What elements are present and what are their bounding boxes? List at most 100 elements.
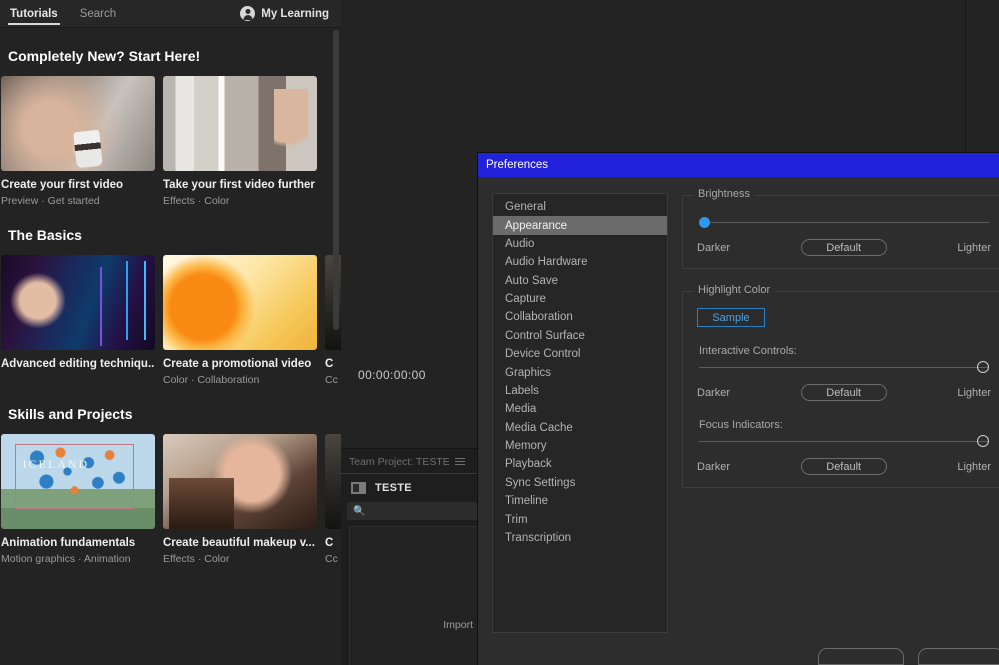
pref-category-collaboration[interactable]: Collaboration [493,308,667,326]
pref-category-media[interactable]: Media [493,400,667,418]
card-thumbnail[interactable]: ICELAND [1,434,155,529]
card-thumbnail[interactable] [163,76,317,171]
project-panel-header: Team Project: TESTE [341,449,482,474]
pref-category-auto-save[interactable]: Auto Save [493,272,667,290]
project-panel: Team Project: TESTE TESTE 🔍 Import [341,448,482,665]
brightness-slider-labels: Darker Default Lighter [697,239,991,256]
section-title-1: Completely New? Start Here! [8,48,201,64]
thumbnail-overlay-text: ICELAND [22,456,90,471]
tab-tutorials[interactable]: Tutorials [8,2,60,25]
card-row-3: ICELAND Animation fundamentals Motion gr… [0,434,341,565]
highlight-color-legend: Highlight Color [693,284,776,296]
focus-indicators-slider-labels: Darker Default Lighter [697,458,991,475]
preferences-category-list[interactable]: General Appearance Audio Audio Hardware … [492,193,668,633]
tutorial-card[interactable]: Create your first video Preview · Get st… [1,76,155,207]
card-title: Animation fundamentals [1,537,136,549]
card-subtitle: Motion graphics · Animation [1,553,131,565]
tutorials-account-area: My Learning [240,6,333,21]
interactive-controls-slider[interactable] [699,361,989,375]
pref-category-device-control[interactable]: Device Control [493,345,667,363]
pref-category-media-cache[interactable]: Media Cache [493,419,667,437]
card-title: Create a promotional video [163,358,312,370]
dialog-body: General Appearance Audio Audio Hardware … [478,177,999,665]
interactive-controls-label: Interactive Controls: [699,345,797,357]
brightness-lighter-label: Lighter [957,241,991,254]
card-thumbnail[interactable] [1,255,155,350]
interactive-controls-slider-knob[interactable] [977,361,989,373]
pref-category-labels[interactable]: Labels [493,382,667,400]
brightness-slider-knob[interactable] [699,217,710,228]
tutorial-card-partial[interactable]: C Cc [325,434,341,565]
dialog-footer-buttons [818,648,999,665]
tutorials-scroll-area[interactable]: Completely New? Start Here! Create your … [0,28,341,665]
pref-category-timeline[interactable]: Timeline [493,492,667,510]
card-subtitle: Effects · Color [163,553,230,565]
focus-indicators-slider-track [699,441,989,442]
tutorials-panel: Tutorials Search My Learning Completely … [0,0,341,665]
focus-indicators-slider-knob[interactable] [977,435,989,447]
pref-category-audio-hardware[interactable]: Audio Hardware [493,253,667,271]
card-subtitle: Cc [325,374,338,386]
project-name-label: TESTE [375,482,412,494]
card-thumbnail[interactable] [163,434,317,529]
tutorial-card[interactable]: Take your first video further Effects · … [163,76,317,207]
import-media-label[interactable]: Import [443,619,473,631]
dialog-primary-button[interactable] [818,648,904,665]
card-thumbnail[interactable] [163,255,317,350]
interactive-default-button[interactable]: Default [800,384,887,401]
pref-category-graphics[interactable]: Graphics [493,363,667,381]
pref-category-audio[interactable]: Audio [493,235,667,253]
highlight-sample-button[interactable]: Sample [697,308,765,327]
card-subtitle: Color · Collaboration [163,374,260,386]
my-learning-link[interactable]: My Learning [261,8,329,20]
focus-indicators-label: Focus Indicators: [699,419,783,431]
project-bin-row[interactable]: TESTE [341,474,482,500]
pref-category-appearance[interactable]: Appearance [493,216,667,235]
brightness-default-button[interactable]: Default [800,239,887,256]
card-thumbnail[interactable] [325,434,341,529]
project-search-field[interactable]: 🔍 [347,502,478,520]
tab-search[interactable]: Search [78,2,118,25]
hamburger-menu-icon[interactable] [454,458,465,466]
pref-category-memory[interactable]: Memory [493,437,667,455]
tutorial-card[interactable]: ICELAND Animation fundamentals Motion gr… [1,434,155,565]
preferences-dialog: Preferences General Appearance Audio Aud… [478,153,999,665]
pref-category-transcription[interactable]: Transcription [493,529,667,547]
focus-default-button[interactable]: Default [800,458,887,475]
tutorial-card[interactable]: Create beautiful makeup v... Effects · C… [163,434,317,565]
tutorial-card[interactable]: Advanced editing techniqu... [1,255,155,386]
pref-category-trim[interactable]: Trim [493,510,667,528]
card-title: C [325,358,334,370]
card-title: C [325,537,334,549]
brightness-group: Brightness Darker Default Lighter [682,188,999,269]
card-title: Take your first video further [163,179,315,191]
tutorials-tabbar: Tutorials Search My Learning [0,0,341,28]
dialog-secondary-button[interactable] [918,648,999,665]
card-row-2: Advanced editing techniqu... Create a pr… [0,255,341,386]
project-bin-icon [351,482,366,494]
search-icon: 🔍 [353,505,366,517]
focus-lighter-label: Lighter [957,460,991,473]
user-avatar-icon[interactable] [240,6,256,21]
pref-category-sync-settings[interactable]: Sync Settings [493,474,667,492]
pref-category-playback[interactable]: Playback [493,455,667,473]
focus-indicators-slider[interactable] [699,435,989,449]
card-thumbnail[interactable] [1,76,155,171]
project-item-list[interactable]: Import [349,526,478,665]
dialog-title-bar[interactable]: Preferences [478,153,999,177]
tutorials-scrollbar[interactable] [333,30,339,330]
brightness-darker-label: Darker [697,241,731,254]
card-title: Advanced editing techniqu... [1,358,155,370]
brightness-slider[interactable] [699,216,989,230]
interactive-controls-slider-labels: Darker Default Lighter [697,384,991,401]
app-root: 00:00:00:00 Tutorials Search My Learning… [0,0,999,665]
brightness-legend: Brightness [693,188,755,200]
program-timecode[interactable]: 00:00:00:00 [358,368,426,382]
pref-category-capture[interactable]: Capture [493,290,667,308]
pref-category-control-surface[interactable]: Control Surface [493,327,667,345]
tutorial-card[interactable]: Create a promotional video Color · Colla… [163,255,317,386]
highlight-color-group: Highlight Color Sample Interactive Contr… [682,284,999,488]
dialog-title-text: Preferences [486,159,549,171]
pref-category-general[interactable]: General [493,198,667,216]
card-row-1: Create your first video Preview · Get st… [0,76,341,207]
